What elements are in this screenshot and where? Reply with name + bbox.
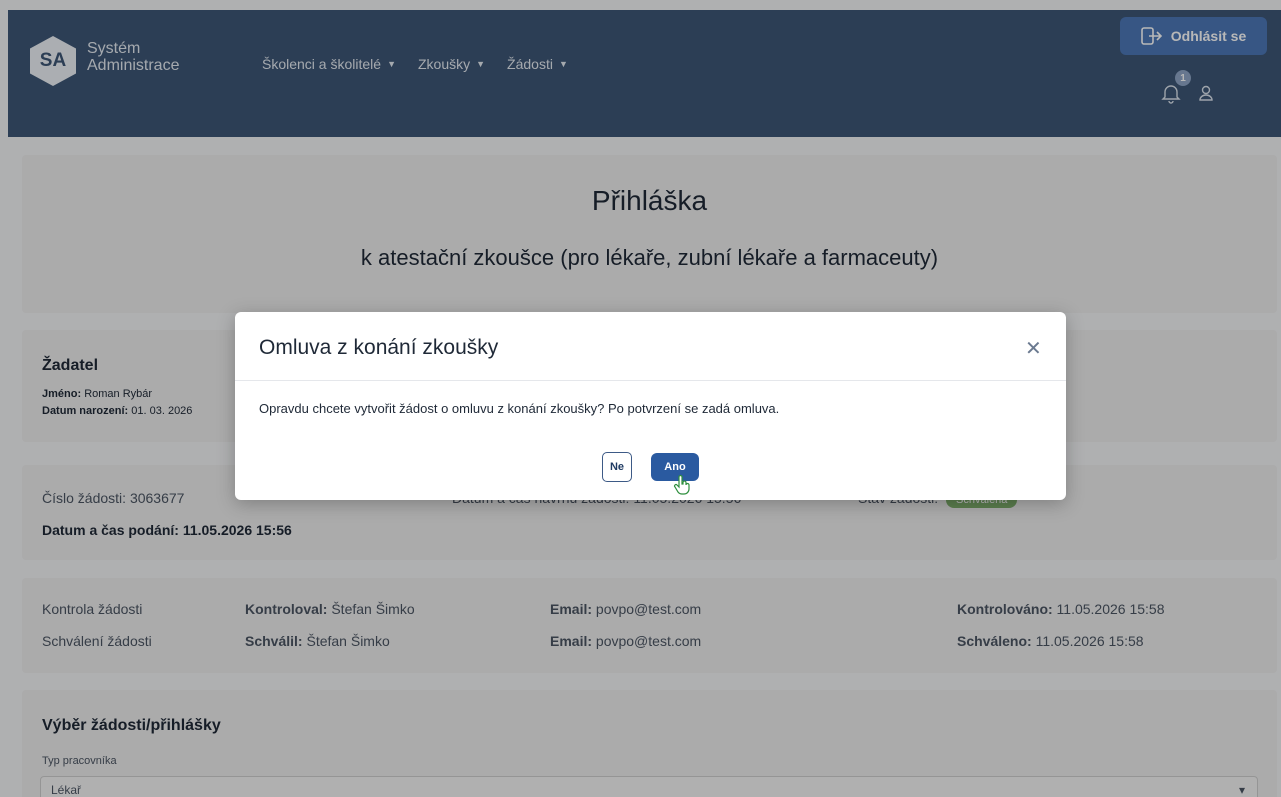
dialog-divider — [235, 380, 1066, 381]
excuse-dialog: Omluva z konání zkoušky ✕ Opravdu chcete… — [235, 312, 1066, 500]
close-icon[interactable]: ✕ — [1025, 336, 1042, 361]
dialog-title: Omluva z konání zkoušky — [259, 336, 499, 359]
hand-cursor-icon — [674, 475, 690, 495]
no-button[interactable]: Ne — [602, 452, 632, 482]
dialog-message: Opravdu chcete vytvořit žádost o omluvu … — [259, 401, 780, 416]
